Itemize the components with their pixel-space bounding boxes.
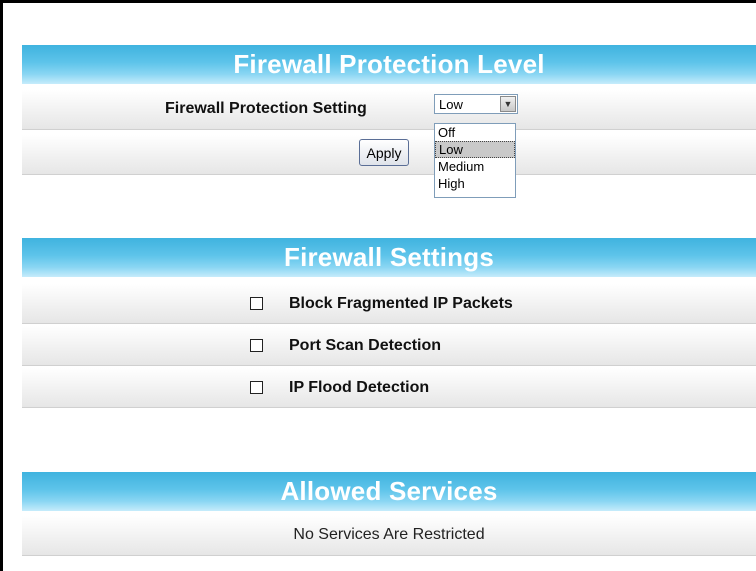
dropdown-option-high[interactable]: High — [435, 175, 515, 192]
block-fragmented-checkbox[interactable] — [250, 297, 263, 310]
dropdown-option-medium[interactable]: Medium — [435, 158, 515, 175]
dropdown-option-off[interactable]: Off — [435, 124, 515, 141]
setting-row-port-scan: Port Scan Detection — [22, 326, 756, 366]
firewall-settings-title: Firewall Settings — [283, 242, 494, 272]
port-scan-label: Port Scan Detection — [289, 337, 442, 354]
protection-level-select[interactable]: Low ▼ — [434, 94, 518, 114]
port-scan-checkbox[interactable] — [250, 339, 263, 352]
allowed-services-title: Allowed Services — [280, 476, 498, 506]
setting-row-fragmented: Block Fragmented IP Packets — [22, 284, 756, 324]
setting-row-ip-flood: IP Flood Detection — [22, 368, 756, 408]
protection-level-selected: Low — [439, 97, 463, 112]
protection-level-title: Firewall Protection Level — [233, 49, 545, 79]
protection-setting-row: Firewall Protection Setting Low ▼ — [22, 90, 756, 130]
allowed-services-header: Allowed Services — [22, 472, 756, 511]
chevron-down-icon[interactable]: ▼ — [500, 96, 516, 112]
allowed-services-row: No Services Are Restricted — [22, 516, 756, 556]
protection-level-dropdown: Off Low Medium High — [434, 123, 516, 198]
protection-setting-label: Firewall Protection Setting — [165, 100, 367, 117]
apply-button[interactable]: Apply — [359, 139, 409, 166]
ip-flood-checkbox[interactable] — [250, 381, 263, 394]
apply-row: Apply — [22, 135, 756, 175]
dropdown-option-low[interactable]: Low — [435, 141, 515, 158]
block-fragmented-label: Block Fragmented IP Packets — [289, 295, 513, 312]
firewall-settings-header: Firewall Settings — [22, 238, 756, 277]
ip-flood-label: IP Flood Detection — [289, 379, 430, 396]
protection-level-header: Firewall Protection Level — [22, 45, 756, 84]
allowed-services-message: No Services Are Restricted — [293, 526, 485, 543]
